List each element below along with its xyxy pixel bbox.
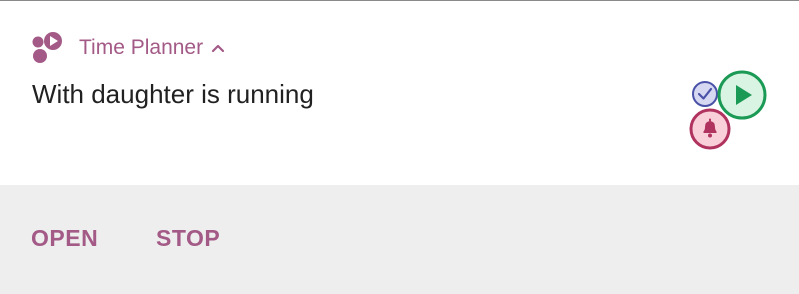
chevron-up-icon[interactable] [211, 43, 225, 53]
notification-card[interactable]: Time Planner With daughter is running OP… [0, 0, 799, 294]
status-icons [689, 70, 767, 150]
notification-header[interactable]: Time Planner [30, 31, 225, 65]
notification-actions: OPEN STOP [0, 185, 799, 294]
time-planner-app-icon [32, 32, 62, 63]
app-name: Time Planner [79, 36, 204, 59]
check-icon [692, 81, 718, 107]
play-icon [717, 70, 767, 120]
notification-body[interactable]: Time Planner With daughter is running [0, 1, 799, 185]
bell-icon [689, 108, 731, 150]
stop-button[interactable]: STOP [156, 225, 220, 252]
open-button[interactable]: OPEN [31, 225, 98, 252]
notification-title: With daughter is running [32, 79, 314, 109]
